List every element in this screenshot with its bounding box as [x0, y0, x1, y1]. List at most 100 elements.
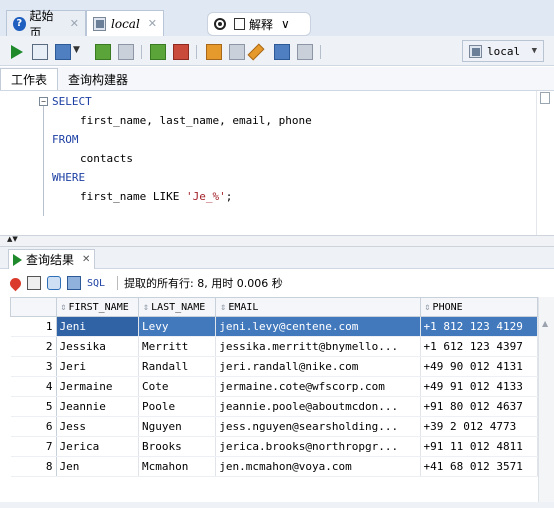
pin-icon[interactable] — [7, 275, 24, 291]
cell-phone[interactable]: +1 812 123 4129 — [420, 316, 539, 337]
editor-gutter — [0, 91, 46, 235]
row-number-header — [10, 297, 57, 317]
table-row[interactable]: 5 Jeannie Poole jeannie.poole@aboutmcdon… — [10, 396, 539, 417]
table-row[interactable]: 7 Jerica Brooks jerica.brooks@northropgr… — [10, 436, 539, 457]
row-number: 6 — [10, 416, 57, 437]
cell-email[interactable]: jess.nguyen@searsholding... — [215, 416, 421, 437]
table-row[interactable]: 4 Jermaine Cote jermaine.cote@wfscorp.co… — [10, 376, 539, 397]
cell-email[interactable]: jeannie.poole@aboutmcdon... — [215, 396, 421, 417]
code-line-condition: first_name LIKE 'Je_%'; — [80, 189, 232, 205]
cell-phone[interactable]: +49 90 012 4131 — [420, 356, 539, 377]
code-keyword-from: FROM — [52, 133, 79, 146]
tab-query-results[interactable]: 查询结果 ✕ — [8, 249, 96, 269]
cell-phone[interactable]: +39 2 012 4773 — [420, 416, 539, 437]
chevron-down-icon[interactable]: ▼ — [73, 45, 83, 61]
grid-header-row: ⇕ FIRST_NAME ⇕ LAST_NAME ⇕ EMAIL ⇕ PHONE — [10, 297, 539, 317]
cell-first-name[interactable]: Jessika — [56, 336, 140, 357]
table-row[interactable]: 6 Jess Nguyen jess.nguyen@searsholding..… — [10, 416, 539, 437]
cell-phone[interactable]: +91 11 012 4811 — [420, 436, 539, 457]
table-row[interactable]: 3 Jeri Randall jeri.randall@nike.com +49… — [10, 356, 539, 377]
close-icon[interactable]: ✕ — [82, 254, 90, 265]
column-header-first-name[interactable]: ⇕ FIRST_NAME — [55, 297, 140, 317]
sql-button[interactable]: SQL — [87, 278, 105, 289]
column-header-phone[interactable]: ⇕ PHONE — [419, 297, 539, 317]
explain-plan-button[interactable] — [95, 44, 111, 60]
print-icon[interactable] — [27, 276, 41, 290]
tab-start-page[interactable]: ? 起始页 ✕ — [6, 9, 86, 40]
cell-phone[interactable]: +1 612 123 4397 — [420, 336, 539, 357]
cell-email[interactable]: jen.mcmahon@voya.com — [215, 456, 421, 477]
editor-scrollbar[interactable] — [536, 91, 554, 235]
explain-label: 解释 — [249, 17, 274, 32]
tab-worksheet[interactable]: 工作表 — [0, 68, 59, 90]
tab-query-builder[interactable]: 查询构建器 — [58, 68, 138, 90]
rollback-button[interactable] — [173, 44, 189, 60]
commit-button[interactable] — [55, 44, 71, 60]
column-header-last-name[interactable]: ⇕ LAST_NAME — [138, 297, 217, 317]
connection-select[interactable]: local ▼ — [462, 40, 544, 62]
cell-first-name[interactable]: Jeri — [56, 356, 140, 377]
target-icon — [214, 18, 226, 30]
table-row[interactable]: 2 Jessika Merritt jessika.merritt@bnymel… — [10, 336, 539, 357]
autotrace-button[interactable] — [118, 44, 134, 60]
cell-last-name[interactable]: Levy — [138, 316, 217, 337]
cell-first-name[interactable]: Jess — [56, 416, 140, 437]
cell-email[interactable]: jerica.brooks@northropgr... — [215, 436, 421, 457]
splitter-arrows-icon[interactable]: ▲▼ — [7, 236, 18, 243]
results-grid[interactable]: ⇕ FIRST_NAME ⇕ LAST_NAME ⇕ EMAIL ⇕ PHONE 1 J… — [10, 297, 539, 477]
cell-last-name[interactable]: Mcmahon — [138, 456, 217, 477]
results-scrollbar[interactable]: ▲ — [538, 297, 554, 508]
cell-last-name[interactable]: Cote — [138, 376, 217, 397]
tools-button[interactable] — [297, 44, 313, 60]
run-script-button[interactable] — [32, 44, 48, 60]
commit-transaction-button[interactable] — [150, 44, 166, 60]
cell-phone[interactable]: +91 80 012 4637 — [420, 396, 539, 417]
cell-email[interactable]: jermaine.cote@wfscorp.com — [215, 376, 421, 397]
explain-dropdown[interactable]: 解释 ∨ — [207, 12, 311, 36]
run-icon — [13, 253, 22, 266]
close-icon[interactable]: ✕ — [70, 17, 79, 30]
column-header-label: FIRST_NAME — [68, 301, 129, 313]
tab-local[interactable]: local ✕ — [86, 10, 164, 36]
fetch-status: 提取的所有行: 8, 用时 0.006 秒 — [124, 277, 283, 290]
table-row[interactable]: 8 Jen Mcmahon jen.mcmahon@voya.com +41 6… — [10, 456, 539, 477]
cell-phone[interactable]: +41 68 012 3571 — [420, 456, 539, 477]
history-button[interactable] — [274, 44, 290, 60]
results-toolbar: SQL 提取的所有行: 8, 用时 0.006 秒 — [0, 270, 554, 296]
cell-first-name[interactable]: Jen — [56, 456, 140, 477]
fold-guide — [43, 106, 44, 216]
row-number: 2 — [10, 336, 57, 357]
close-icon[interactable]: ✕ — [148, 17, 157, 30]
run-statement-button[interactable] — [11, 45, 23, 59]
refresh-icon[interactable] — [47, 276, 61, 290]
fold-collapse-icon[interactable]: − — [39, 97, 48, 106]
table-row[interactable]: 1 Jeni Levy jeni.levy@centene.com +1 812… — [10, 316, 539, 337]
sort-icon: ⇕ — [143, 301, 150, 313]
cell-last-name[interactable]: Brooks — [138, 436, 217, 457]
cell-last-name[interactable]: Poole — [138, 396, 217, 417]
cell-email[interactable]: jeri.randall@nike.com — [215, 356, 421, 377]
cell-first-name[interactable]: Jerica — [56, 436, 140, 457]
cell-last-name[interactable]: Randall — [138, 356, 217, 377]
cell-first-name[interactable]: Jermaine — [56, 376, 140, 397]
format-case-button[interactable] — [229, 44, 245, 60]
document-tab-bar: ? 起始页 ✕ local ✕ 解释 ∨ — [0, 0, 554, 40]
cell-email[interactable]: jeni.levy@centene.com — [215, 316, 421, 337]
export-icon[interactable] — [67, 276, 81, 290]
column-header-email[interactable]: ⇕ EMAIL — [215, 297, 421, 317]
clear-button[interactable] — [247, 43, 265, 61]
database-icon — [469, 44, 482, 58]
cell-first-name[interactable]: Jeni — [56, 316, 140, 337]
column-header-label: PHONE — [432, 301, 463, 313]
cell-first-name[interactable]: Jeannie — [56, 396, 140, 417]
cell-last-name[interactable]: Merritt — [138, 336, 217, 357]
cell-email[interactable]: jessika.merritt@bnymello... — [215, 336, 421, 357]
scroll-up-icon[interactable]: ▲ — [542, 319, 548, 328]
row-number: 1 — [10, 316, 57, 337]
column-header-label: EMAIL — [228, 301, 259, 313]
cell-last-name[interactable]: Nguyen — [138, 416, 217, 437]
sql-editor[interactable]: − SELECT first_name, last_name, email, p… — [0, 91, 554, 235]
pane-splitter[interactable]: ▲▼ — [0, 235, 554, 247]
sql-tuning-button[interactable] — [206, 44, 222, 60]
cell-phone[interactable]: +49 91 012 4133 — [420, 376, 539, 397]
